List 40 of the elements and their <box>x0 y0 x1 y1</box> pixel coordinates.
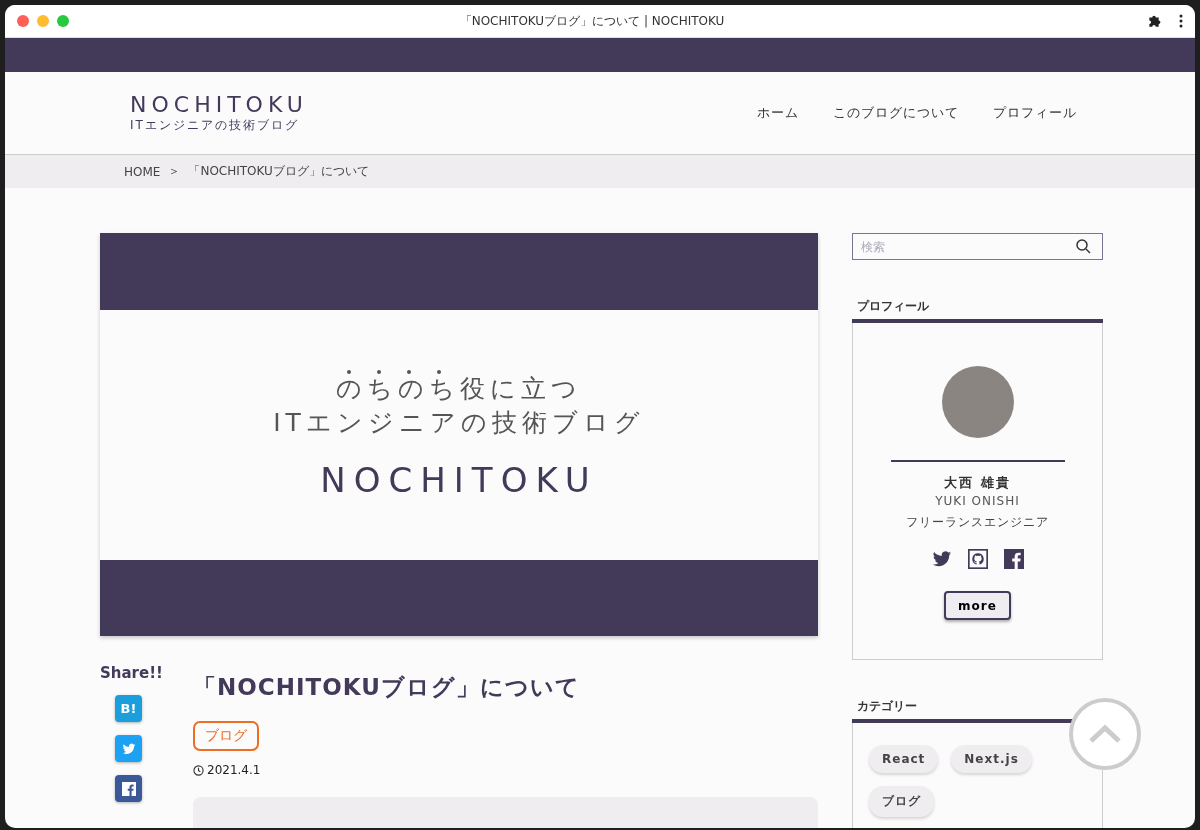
facebook-icon <box>121 781 136 796</box>
article-title: 「NOCHITOKUブログ」について <box>193 673 581 702</box>
window-title: 「NOCHITOKUブログ」について | NOCHITOKU <box>458 12 726 30</box>
hero-title: NOCHITOKU <box>320 459 598 500</box>
github-icon <box>967 549 988 569</box>
clock-icon <box>193 764 204 776</box>
category-chip[interactable]: React <box>869 745 939 773</box>
profile-name: 大西 雄貴 <box>944 474 1011 492</box>
bird-icon <box>121 741 136 756</box>
puzzle-icon[interactable] <box>1147 14 1161 28</box>
facebook-icon <box>1003 549 1024 569</box>
breadcrumb-separator: ＞ <box>168 163 181 180</box>
more-menu-icon[interactable] <box>1179 14 1183 28</box>
category-chip[interactable]: ブログ <box>869 786 934 817</box>
more-button[interactable]: more <box>944 591 1011 620</box>
profile-romaji: YUKI ONISHI <box>935 494 1020 508</box>
chevron-up-icon <box>1088 724 1122 744</box>
github-link[interactable] <box>967 549 988 569</box>
search-icon[interactable] <box>1075 238 1091 254</box>
facebook-share-button[interactable] <box>115 775 142 802</box>
hero-text: のちのち役に立つ <box>336 373 582 404</box>
category-chip[interactable]: Next.js <box>951 745 1032 773</box>
close-button[interactable] <box>17 15 29 27</box>
nav-link[interactable]: このブログについて <box>833 104 959 122</box>
site-name[interactable]: NOCHITOKU <box>130 92 308 117</box>
breadcrumb-link[interactable]: 「NOCHITOKUブログ」について <box>188 163 369 180</box>
profile-role: フリーランスエンジニア <box>906 514 1049 531</box>
nav-link[interactable]: プロフィール <box>993 104 1077 122</box>
widget-heading: プロフィール <box>852 298 1103 323</box>
nav-link[interactable]: ホーム <box>757 104 799 122</box>
twitter-link[interactable] <box>931 549 952 569</box>
bird-icon <box>931 549 952 569</box>
hero-text: ITエンジニアの技術ブログ <box>273 407 645 438</box>
twitter-share-button[interactable] <box>115 735 142 762</box>
search-field[interactable]: 検索 <box>852 233 1103 260</box>
post-date: 2021.4.1 <box>207 763 261 777</box>
facebook-link[interactable] <box>1003 549 1024 569</box>
breadcrumb-link[interactable]: HOME <box>124 164 161 179</box>
site-tagline: ITエンジニアの技術ブログ <box>130 117 300 134</box>
share-label: Share!! <box>100 664 163 682</box>
